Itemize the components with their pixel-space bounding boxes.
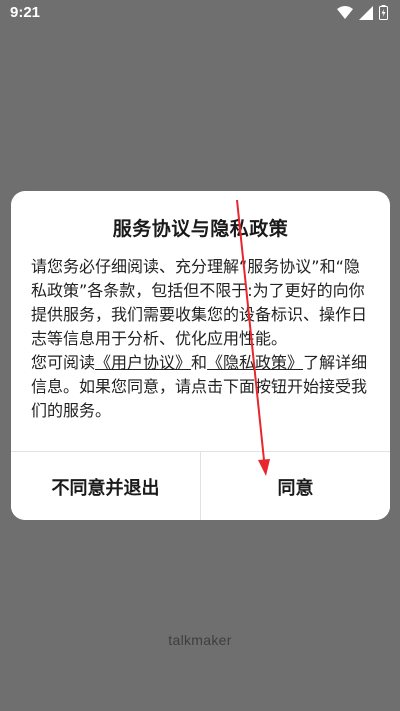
links-prefix: 您可阅读	[31, 353, 96, 372]
dialog-paragraph-links: 您可阅读《用户协议》和《隐私政策》了解详细信息。如果您同意，请点击下面按钮开始接…	[31, 351, 373, 423]
links-middle: 和	[191, 353, 208, 372]
disagree-exit-button[interactable]: 不同意并退出	[11, 452, 200, 520]
dialog-paragraph-terms: 请您务必仔细阅读、充分理解“服务协议”和“隐私政策”各条款，包括但不限于:为了更…	[31, 257, 368, 348]
status-time: 9:21	[10, 4, 41, 21]
wifi-icon	[337, 5, 353, 24]
dialog-buttons: 不同意并退出 同意	[11, 451, 390, 520]
app-name: talkmaker	[168, 632, 232, 648]
privacy-policy-link[interactable]: 《隐私政策》	[207, 353, 303, 372]
user-agreement-link[interactable]: 《用户协议》	[95, 353, 191, 372]
status-icons	[337, 5, 388, 24]
dialog-body: 请您务必仔细阅读、充分理解“服务协议”和“隐私政策”各条款，包括但不限于:为了更…	[31, 255, 373, 423]
signal-icon	[359, 5, 373, 24]
status-bar: 9:21	[0, 0, 400, 28]
privacy-dialog: 服务协议与隐私政策 请您务必仔细阅读、充分理解“服务协议”和“隐私政策”各条款，…	[11, 191, 390, 520]
agree-button[interactable]: 同意	[200, 452, 390, 520]
dialog-title: 服务协议与隐私政策	[112, 218, 289, 240]
battery-icon	[379, 5, 388, 24]
